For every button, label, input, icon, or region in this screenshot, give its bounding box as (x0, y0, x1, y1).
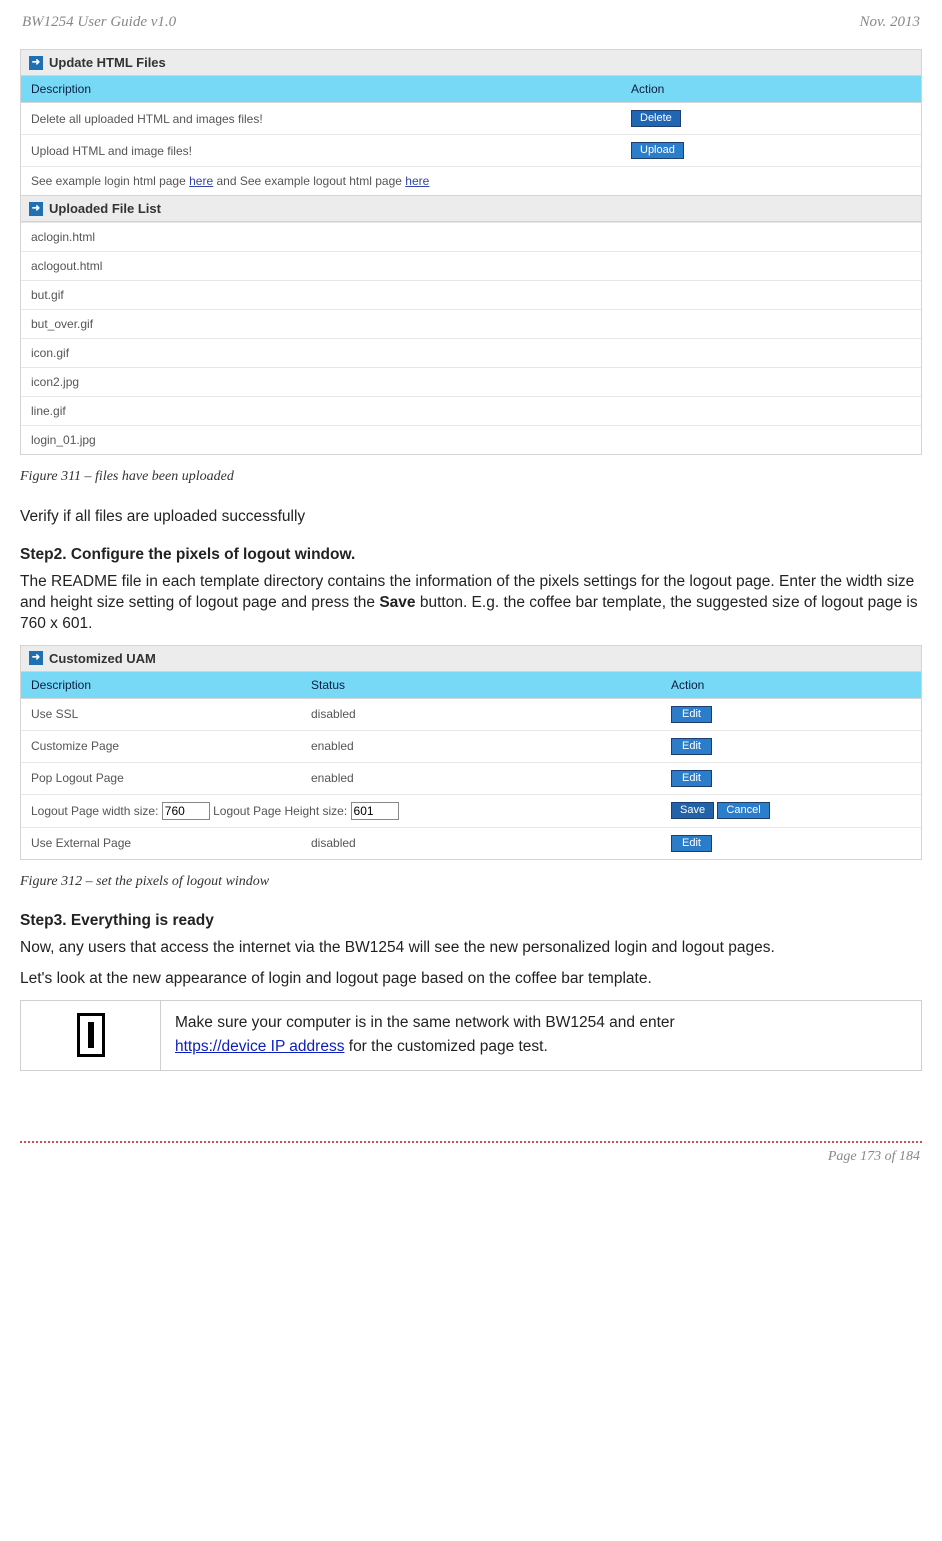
doc-header: BW1254 User Guide v1.0 Nov. 2013 (20, 14, 922, 31)
table-row: Customize Pageenabled Edit (21, 730, 921, 762)
panel-title: Update HTML Files (49, 55, 166, 70)
step3-heading: Step3. Everything is ready (20, 912, 922, 930)
file-name: login_01.jpg (21, 426, 921, 455)
file-name: aclogin.html (21, 223, 921, 252)
info-icon-cell (21, 1001, 161, 1071)
status-cell: disabled (301, 827, 661, 859)
save-button[interactable]: Save (671, 802, 714, 819)
height-input[interactable] (351, 802, 399, 820)
panel-title: Customized UAM (49, 651, 156, 666)
example-login-link[interactable]: here (189, 174, 213, 188)
step3-p1: Now, any users that access the internet … (20, 938, 922, 959)
page-footer: Page 173 of 184 (20, 1143, 922, 1165)
edit-button[interactable]: Edit (671, 738, 712, 755)
cancel-button[interactable]: Cancel (717, 802, 769, 819)
example-logout-link[interactable]: here (405, 174, 429, 188)
status-cell: disabled (301, 698, 661, 730)
figure-caption: Figure 312 – set the pixels of logout wi… (20, 874, 922, 890)
table-row: Logout Page width size: Logout Page Heig… (21, 794, 921, 827)
file-name: but.gif (21, 281, 921, 310)
arrow-icon: ➜ (29, 651, 43, 665)
desc-cell: Upload HTML and image files! (21, 135, 621, 167)
table-row: Delete all uploaded HTML and images file… (21, 103, 921, 135)
table-row: Upload HTML and image files! Upload (21, 135, 921, 167)
table-row: Pop Logout Pageenabled Edit (21, 762, 921, 794)
list-item: aclogout.html (21, 252, 921, 281)
example-links-cell: See example login html page here and See… (21, 167, 921, 196)
file-name: line.gif (21, 397, 921, 426)
doc-title: BW1254 User Guide v1.0 (22, 14, 176, 31)
doc-date: Nov. 2013 (859, 14, 920, 31)
device-ip-link[interactable]: https://device IP address (175, 1038, 344, 1055)
table-row: Use External Pagedisabled Edit (21, 827, 921, 859)
col-action: Action (621, 76, 921, 103)
list-item: icon2.jpg (21, 368, 921, 397)
step2-body: The README file in each template directo… (20, 572, 922, 635)
desc-cell: Customize Page (21, 730, 301, 762)
upload-button[interactable]: Upload (631, 142, 684, 159)
col-action: Action (661, 672, 921, 699)
arrow-icon: ➜ (29, 202, 43, 216)
status-cell: enabled (301, 730, 661, 762)
width-input[interactable] (162, 802, 210, 820)
step2-heading: Step2. Configure the pixels of logout wi… (20, 546, 922, 564)
desc-cell: Delete all uploaded HTML and images file… (21, 103, 621, 135)
col-description: Description (21, 76, 621, 103)
list-item: but.gif (21, 281, 921, 310)
file-name: icon2.jpg (21, 368, 921, 397)
list-item: line.gif (21, 397, 921, 426)
file-list-table: aclogin.htmlaclogout.htmlbut.gifbut_over… (21, 222, 921, 454)
customized-uam-panel: ➜ Customized UAM Description Status Acti… (20, 645, 922, 860)
status-cell: enabled (301, 762, 661, 794)
info-text: Make sure your computer is in the same n… (161, 1001, 921, 1071)
update-table: Description Action Delete all uploaded H… (21, 76, 921, 195)
desc-cell: Use SSL (21, 698, 301, 730)
desc-cell: Pop Logout Page (21, 762, 301, 794)
edit-button[interactable]: Edit (671, 770, 712, 787)
col-status: Status (301, 672, 661, 699)
size-cell: Logout Page width size: Logout Page Heig… (21, 794, 661, 827)
desc-cell: Use External Page (21, 827, 301, 859)
list-item: but_over.gif (21, 310, 921, 339)
file-name: but_over.gif (21, 310, 921, 339)
arrow-icon: ➜ (29, 56, 43, 70)
figure-caption: Figure 311 – files have been uploaded (20, 469, 922, 485)
edit-button[interactable]: Edit (671, 706, 712, 723)
list-item: aclogin.html (21, 223, 921, 252)
file-name: aclogout.html (21, 252, 921, 281)
step3-p2: Let's look at the new appearance of logi… (20, 969, 922, 990)
file-name: icon.gif (21, 339, 921, 368)
file-list-header: ➜ Uploaded File List (21, 195, 921, 222)
verify-text: Verify if all files are uploaded success… (20, 507, 922, 528)
panel-header: ➜ Customized UAM (21, 646, 921, 672)
uam-table: Description Status Action Use SSLdisable… (21, 672, 921, 859)
info-icon (77, 1013, 105, 1057)
edit-button[interactable]: Edit (671, 835, 712, 852)
table-row: Use SSLdisabled Edit (21, 698, 921, 730)
list-item: icon.gif (21, 339, 921, 368)
table-row: See example login html page here and See… (21, 167, 921, 196)
delete-button[interactable]: Delete (631, 110, 681, 127)
list-item: login_01.jpg (21, 426, 921, 455)
col-description: Description (21, 672, 301, 699)
update-html-panel: ➜ Update HTML Files Description Action D… (20, 49, 922, 455)
file-list-title: Uploaded File List (49, 201, 161, 216)
panel-header: ➜ Update HTML Files (21, 50, 921, 76)
info-box: Make sure your computer is in the same n… (20, 1000, 922, 1072)
